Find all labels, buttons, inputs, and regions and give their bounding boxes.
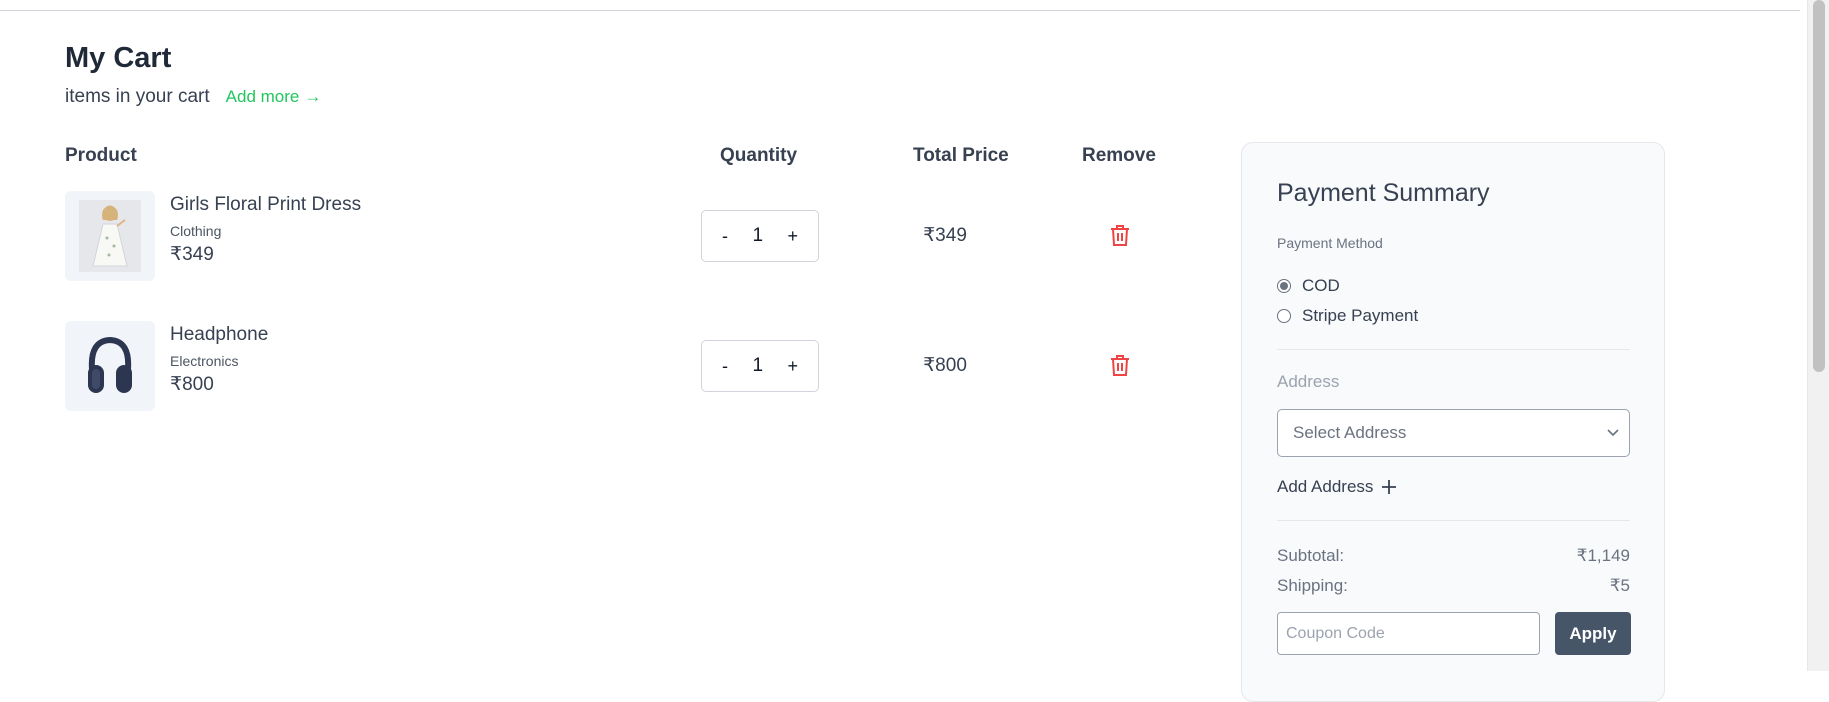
subtotal-row: Subtotal: ₹1,149 — [1277, 546, 1630, 566]
headphone-image-icon — [88, 336, 132, 393]
product-thumbnail — [65, 191, 155, 281]
cart-row: Headphone Electronics ₹800 - 1 + ₹800 — [65, 321, 1170, 411]
product-category: Electronics — [170, 353, 239, 369]
header-quantity: Quantity — [720, 145, 798, 166]
header-product: Product — [65, 145, 137, 166]
address-label: Address — [1277, 372, 1340, 391]
quantity-stepper: - 1 + — [701, 210, 819, 262]
product-price: ₹349 — [170, 244, 214, 265]
quantity-stepper: - 1 + — [701, 340, 819, 392]
quantity-value: 1 — [752, 355, 764, 376]
add-more-link[interactable]: Add more → — [226, 87, 322, 107]
product-category: Clothing — [170, 223, 222, 239]
decrease-quantity-button[interactable]: - — [718, 356, 732, 377]
add-address-button[interactable]: Add Address — [1277, 477, 1397, 497]
payment-summary-panel: Payment Summary Payment Method COD Strip… — [1241, 142, 1665, 702]
chevron-down-icon — [1607, 429, 1619, 437]
payment-option-label: Stripe Payment — [1302, 306, 1419, 325]
shipping-value: ₹5 — [1609, 576, 1630, 595]
payment-option-stripe[interactable]: Stripe Payment — [1277, 306, 1418, 326]
increase-quantity-button[interactable]: + — [783, 226, 802, 247]
divider — [1277, 349, 1630, 350]
address-select[interactable]: Select Address — [1277, 409, 1630, 457]
payment-option-cod[interactable]: COD — [1277, 276, 1340, 296]
trash-icon[interactable] — [1106, 351, 1134, 379]
product-price: ₹800 — [170, 374, 214, 395]
add-address-label: Add Address — [1277, 477, 1374, 496]
payment-method-label: Payment Method — [1277, 235, 1383, 251]
cart-row: Girls Floral Print Dress Clothing ₹349 -… — [65, 191, 1170, 281]
page-title: My Cart — [65, 42, 172, 74]
item-total-price: ₹800 — [923, 355, 967, 376]
header-total-price: Total Price — [913, 145, 1009, 166]
product-name: Girls Floral Print Dress — [170, 194, 362, 215]
radio-button[interactable] — [1277, 309, 1291, 323]
top-divider — [0, 10, 1800, 11]
radio-button-selected[interactable] — [1277, 279, 1291, 293]
cart-subtitle: items in your cart Add more → — [65, 86, 321, 108]
shipping-row: Shipping: ₹5 — [1277, 576, 1630, 596]
scrollbar-thumb[interactable] — [1813, 0, 1825, 372]
shipping-label: Shipping: — [1277, 576, 1348, 595]
address-select-value: Select Address — [1293, 423, 1407, 442]
plus-icon — [1382, 480, 1397, 494]
product-thumbnail — [65, 321, 155, 411]
header-remove: Remove — [1082, 145, 1156, 166]
quantity-value: 1 — [752, 225, 764, 246]
trash-icon[interactable] — [1106, 221, 1134, 249]
product-name: Headphone — [170, 324, 269, 345]
item-total-price: ₹349 — [923, 225, 967, 246]
dress-image-icon — [79, 200, 141, 272]
apply-coupon-button[interactable]: Apply — [1555, 612, 1631, 655]
add-more-label: Add more — [225, 87, 300, 106]
coupon-code-input[interactable] — [1277, 612, 1540, 655]
subtitle-text: items in your cart — [65, 86, 210, 107]
arrow-right-icon: → — [304, 87, 322, 106]
decrease-quantity-button[interactable]: - — [718, 226, 732, 247]
subtotal-value: ₹1,149 — [1576, 546, 1630, 565]
payment-option-label: COD — [1302, 276, 1340, 295]
subtotal-label: Subtotal: — [1277, 546, 1345, 565]
payment-summary-title: Payment Summary — [1277, 179, 1490, 207]
divider — [1277, 520, 1630, 521]
page-scrollbar[interactable] — [1807, 0, 1829, 671]
increase-quantity-button[interactable]: + — [783, 356, 802, 377]
